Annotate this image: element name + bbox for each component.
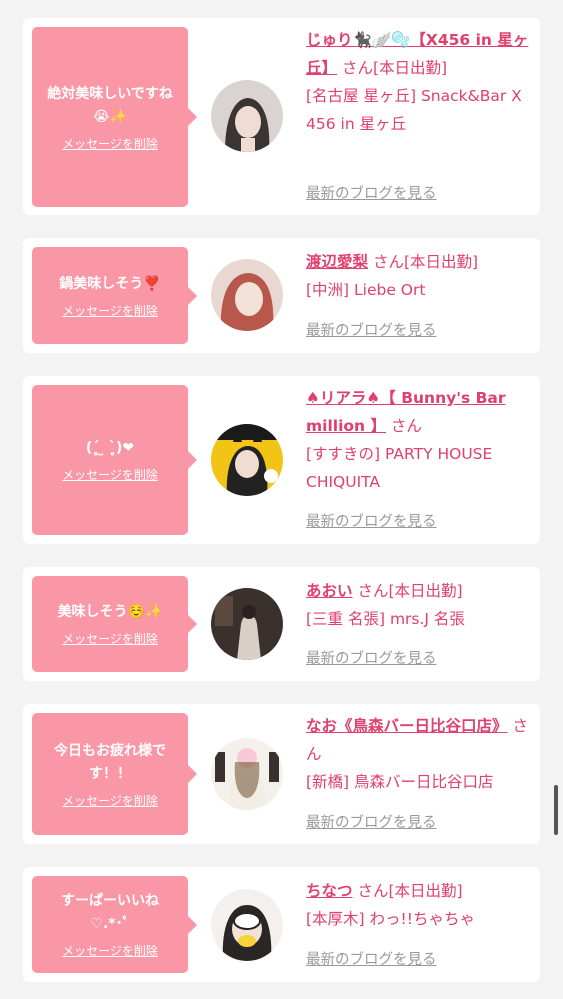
delete-message-link[interactable]: メッセージを削除 — [62, 943, 158, 959]
cast-info: ♠リアラ♠【 Bunny's Bar million 】 さん [すすきの] P… — [306, 384, 531, 496]
honorific: さん — [357, 582, 389, 600]
shop-text: [すすきの] PARTY HOUSE CHIQUITA — [306, 445, 493, 491]
latest-blog-link[interactable]: 最新のブログを見る — [306, 184, 437, 204]
honorific: さん — [357, 882, 389, 900]
message-text: 絶対美味しいですね😭✨ — [47, 85, 173, 125]
status-text: [本日出勤] — [403, 253, 479, 271]
message-card: すーぱーいいね ♡.*･ﾟ メッセージを削除 ちなつ さん[本日出勤] [本厚木… — [23, 867, 540, 982]
shop-text: [新橋] 鳥森バー日比谷口店 — [306, 773, 494, 791]
shop-text: [本厚木] わっ!!ちゃちゃ — [306, 910, 475, 928]
latest-blog-link[interactable]: 最新のブログを見る — [306, 649, 437, 669]
message-bubble: 鍋美味しそう❣️ メッセージを削除 — [32, 247, 197, 344]
message-bubble: (ˊ̥̥̥̥ ̫ ˋ̥̥̥̥)❤︎ メッセージを削除 — [32, 385, 197, 535]
cast-info: なお《鳥森バー日比谷口店》 さん [新橋] 鳥森バー日比谷口店 — [306, 712, 531, 796]
shop-text: [三重 名張] mrs.J 名張 — [306, 610, 465, 628]
avatar[interactable] — [211, 424, 283, 496]
message-text: 鍋美味しそう❣️ — [59, 275, 161, 292]
message-text: (ˊ̥̥̥̥ ̫ ˋ̥̥̥̥)❤︎ — [85, 440, 135, 456]
scrollbar[interactable] — [554, 785, 558, 835]
shop-text: [中洲] Liebe Ort — [306, 281, 426, 299]
avatar[interactable] — [211, 738, 283, 810]
message-card: (ˊ̥̥̥̥ ̫ ˋ̥̥̥̥)❤︎ メッセージを削除 ♠リアラ♠【 Bunny'… — [23, 376, 540, 544]
message-card: 美味しそう☺️✨ メッセージを削除 あおい さん[本日出勤] [三重 名張] m… — [23, 567, 540, 681]
message-card: 絶対美味しいですね😭✨ メッセージを削除 じゅり🐈‍⬛🪽🫧【X456 in 星ヶ… — [23, 18, 540, 215]
cast-name-link[interactable]: あおい — [306, 582, 353, 600]
avatar[interactable] — [211, 588, 283, 660]
latest-blog-link[interactable]: 最新のブログを見る — [306, 321, 437, 341]
delete-message-link[interactable]: メッセージを削除 — [62, 631, 158, 647]
message-bubble: 今日もお疲れ様です！！ メッセージを削除 — [32, 713, 197, 835]
cast-info: あおい さん[本日出勤] [三重 名張] mrs.J 名張 — [306, 577, 531, 633]
cast-info: じゅり🐈‍⬛🪽🫧【X456 in 星ヶ丘】 さん[本日出勤] [名古屋 星ヶ丘]… — [306, 26, 531, 138]
latest-blog-link[interactable]: 最新のブログを見る — [306, 950, 437, 970]
honorific: さん — [390, 417, 422, 435]
delete-message-link[interactable]: メッセージを削除 — [62, 136, 158, 152]
honorific: さん — [372, 253, 404, 271]
status-text: [本日出勤] — [372, 59, 448, 77]
message-text: 美味しそう☺️✨ — [57, 604, 163, 620]
message-text: 今日もお疲れ様です！！ — [54, 742, 166, 782]
delete-message-link[interactable]: メッセージを削除 — [62, 793, 158, 809]
honorific: さん — [341, 59, 373, 77]
status-text: [本日出勤] — [388, 882, 463, 900]
latest-blog-link[interactable]: 最新のブログを見る — [306, 813, 437, 833]
message-bubble: 美味しそう☺️✨ メッセージを削除 — [32, 576, 197, 672]
status-text: [本日出勤] — [388, 582, 463, 600]
cast-name-link[interactable]: ちなつ — [306, 882, 353, 900]
delete-message-link[interactable]: メッセージを削除 — [62, 467, 158, 483]
cast-info: ちなつ さん[本日出勤] [本厚木] わっ!!ちゃちゃ — [306, 877, 531, 933]
latest-blog-link[interactable]: 最新のブログを見る — [306, 512, 437, 532]
avatar[interactable] — [211, 889, 283, 961]
message-card: 今日もお疲れ様です！！ メッセージを削除 なお《鳥森バー日比谷口店》 さん [新… — [23, 704, 540, 844]
cast-info: 渡辺愛梨 さん[本日出勤] [中洲] Liebe Ort — [306, 248, 531, 304]
avatar[interactable] — [211, 80, 283, 152]
message-text: すーぱーいいね ♡.*･ﾟ — [61, 893, 159, 932]
shop-text: [名古屋 星ヶ丘] Snack&Bar X 456 in 星ヶ丘 — [306, 87, 522, 133]
avatar[interactable] — [211, 259, 283, 331]
message-card: 鍋美味しそう❣️ メッセージを削除 渡辺愛梨 さん[本日出勤] [中洲] Lie… — [23, 238, 540, 353]
cast-name-link[interactable]: 渡辺愛梨 — [306, 253, 368, 271]
message-bubble: 絶対美味しいですね😭✨ メッセージを削除 — [32, 27, 197, 207]
cast-name-link[interactable]: なお《鳥森バー日比谷口店》 — [306, 717, 508, 735]
delete-message-link[interactable]: メッセージを削除 — [62, 303, 158, 319]
message-bubble: すーぱーいいね ♡.*･ﾟ メッセージを削除 — [32, 876, 197, 973]
message-list: 絶対美味しいですね😭✨ メッセージを削除 じゅり🐈‍⬛🪽🫧【X456 in 星ヶ… — [0, 0, 563, 999]
